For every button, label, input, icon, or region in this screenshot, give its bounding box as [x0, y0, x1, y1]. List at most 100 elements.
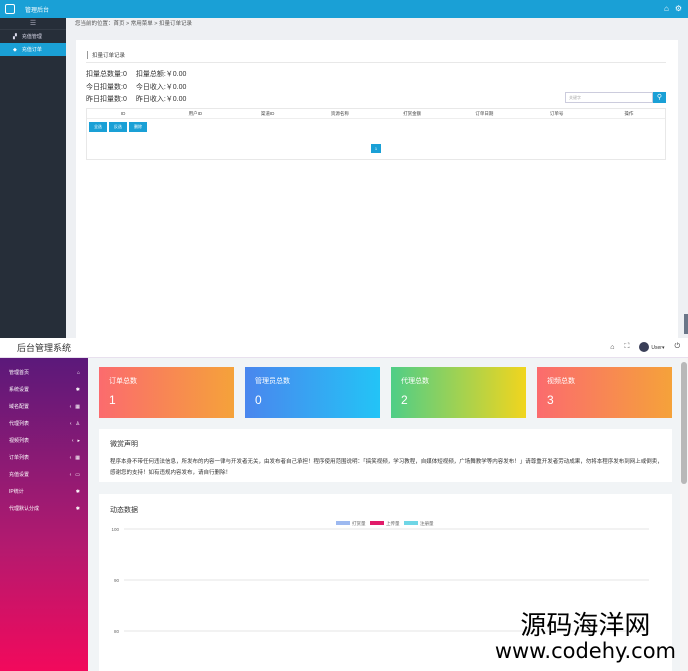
sidebar-item-label: 订单列表: [9, 455, 30, 461]
select-all-button[interactable]: 全选: [89, 122, 107, 132]
legend-label: 上传量: [386, 520, 400, 527]
power-icon[interactable]: ⏻: [674, 343, 680, 351]
search-input[interactable]: 关键字: [565, 92, 653, 103]
sidebar-item-recharge-manage[interactable]: ▞ 充值管理: [0, 30, 66, 43]
card-value: 0: [255, 393, 262, 407]
sidebar-item-settings[interactable]: 系统设置 ✱: [0, 381, 88, 398]
stat-value: 今日收入:￥0.00: [135, 83, 187, 91]
delete-button[interactable]: 删除: [129, 122, 147, 132]
stats-block: 扣量总数量:0 扣量总额:￥0.00 今日扣量数:0 今日收入:￥0.00 昨日扣量…: [86, 69, 195, 107]
stat-card-agents: 代理总数 2: [391, 367, 526, 418]
tag-icon: ◆: [13, 46, 17, 53]
scrollbar[interactable]: [680, 358, 688, 671]
sidebar-item-agent-share[interactable]: 代理默认分成 ✱: [0, 500, 88, 517]
settings-icon[interactable]: ⚙: [675, 4, 682, 13]
card-label: 管理员总数: [255, 378, 290, 385]
breadcrumb: 您当前的位置：首页 > 常用菜单 > 扣量订单记录: [75, 21, 193, 27]
sidebar-item-recharge[interactable]: 充值设置 ‹ ▭: [0, 466, 88, 483]
watermark-cn: 源码海洋网: [520, 610, 651, 641]
stat-cards: 订单总数 1 管理员总数 0 代理总数 2 视频总数 3: [99, 367, 672, 418]
avatar: [639, 342, 650, 352]
sidebar-item-label: IP统计: [9, 489, 24, 495]
column-header: 订单号: [549, 110, 564, 116]
table-header: ID 用户ID 渠道ID 资源名称 打赏金额 订单日期 订单号 操作: [87, 109, 665, 119]
disclaimer-text: 程序本身不带任何违法信息，所发布的内容一律与开发者无关，由发布者自己承担！程序使…: [110, 459, 663, 476]
fullscreen-icon[interactable]: ⛶: [625, 343, 630, 351]
stat-value: 昨日收入:￥0.00: [135, 96, 187, 103]
caret-down-icon: ▾: [661, 344, 665, 351]
divider: [86, 62, 666, 63]
logo-icon: [5, 4, 15, 14]
y-tick-label: 80: [114, 629, 120, 634]
sidebar-item-label: 充值设置: [9, 472, 30, 478]
sidebar-item-agents[interactable]: 代理列表 ‹ ♙: [0, 415, 88, 432]
menu-toggle-icon[interactable]: ☰: [0, 18, 66, 30]
site-title: 后台管理系统: [16, 343, 71, 353]
chevron-left-icon: ‹: [69, 454, 72, 461]
watermark: 源码海洋网 www.codehy.com: [494, 610, 676, 663]
sidebar-item-label: 域名配置: [9, 404, 30, 410]
column-header: 渠道ID: [260, 110, 275, 116]
stat-value: 扣量总额:￥0.00: [135, 71, 187, 78]
column-header: ID: [120, 111, 126, 116]
y-tick-label: 100: [111, 527, 119, 532]
chevron-left-icon: ‹: [69, 420, 72, 427]
top-header-bar: 后台管理系统 ⌂ ⛶ User▾ ⏻: [0, 338, 688, 358]
app-title: 管理后台: [25, 8, 50, 14]
card-label: 视频总数: [547, 378, 575, 385]
sidebar: ☰ ▞ 充值管理 ◆ 充值订单: [0, 18, 66, 338]
sidebar-item-label: 充值订单: [21, 47, 42, 53]
scrollbar-thumb[interactable]: [681, 362, 687, 484]
panel-header: 扣量订单记录: [87, 51, 125, 59]
monitor-icon: ▭: [75, 471, 80, 478]
grid-icon: ▦: [75, 454, 80, 461]
sidebar-item-ip-stats[interactable]: IP统计 ✱: [0, 483, 88, 500]
column-header: 操作: [624, 110, 634, 116]
user-menu[interactable]: User▾: [639, 342, 664, 352]
card-value: 3: [547, 393, 554, 407]
stat-card-admins: 管理员总数 0: [245, 367, 380, 418]
sidebar-item-label: 视频列表: [9, 438, 30, 444]
home-icon[interactable]: ⌂: [664, 4, 669, 13]
card-value: 2: [401, 393, 408, 407]
search-icon: ⚲: [656, 94, 663, 101]
sidebar-item-domain[interactable]: 域名配置 ‹ ▦: [0, 398, 88, 415]
gear-icon: ✱: [75, 386, 80, 393]
column-header: 用户ID: [188, 110, 203, 116]
card-value: 1: [109, 393, 116, 407]
content-panel: 扣量订单记录 扣量总数量:0 扣量总额:￥0.00 今日扣量数:0 今日收入:￥0.…: [76, 40, 678, 338]
user-icon: ♙: [75, 420, 80, 427]
admin-panel-top: 管理后台 ⌂ ⚙ ☰ ▞ 充值管理 ◆ 充值订单 您当前的位置：首页 > 常用菜…: [0, 0, 688, 338]
sidebar-item-label: 充值管理: [21, 34, 42, 40]
column-header: 订单日期: [475, 110, 494, 116]
invert-select-button[interactable]: 反选: [109, 122, 127, 132]
stat-label: 今日扣量数:0: [86, 83, 127, 91]
sidebar-item-videos[interactable]: 视频列表 ‹ ▸: [0, 432, 88, 449]
home-icon[interactable]: ⌂: [610, 344, 614, 351]
search-button[interactable]: ⚲: [653, 92, 666, 103]
sidebar-item-recharge-orders[interactable]: ◆ 充值订单: [0, 43, 66, 56]
home-icon: ⌂: [76, 369, 80, 376]
disclaimer-box: 微赏声明 程序本身不带任何违法信息，所发布的内容一律与开发者无关，由发布者自己承…: [99, 429, 672, 482]
column-header: 资源名称: [330, 110, 349, 116]
grid-icon: ▦: [75, 403, 80, 410]
y-tick-label: 90: [114, 578, 120, 583]
stat-label: 扣量总数量:0: [86, 71, 127, 78]
stat-card-videos: 视频总数 3: [537, 367, 672, 418]
stat-card-orders: 订单总数 1: [99, 367, 234, 418]
watermark-en: www.codehy.com: [494, 638, 676, 663]
legend-swatch: [404, 521, 418, 525]
sidebar: 管理首页 ⌂ 系统设置 ✱ 域名配置 ‹ ▦ 代理列表 ‹ ♙ 视频列表 ‹ ▸ 订单列表 ‹ ▦ …: [0, 358, 88, 671]
sidebar-item-home[interactable]: 管理首页 ⌂: [0, 364, 88, 381]
gear-icon: ✱: [75, 505, 80, 512]
top-header-bar: 管理后台 ⌂ ⚙: [0, 0, 688, 18]
side-tab[interactable]: [684, 314, 688, 334]
sidebar-item-orders[interactable]: 订单列表 ‹ ▦: [0, 449, 88, 466]
sidebar-item-label: 代理默认分成: [9, 506, 40, 512]
disclaimer-title: 微赏声明: [110, 441, 138, 448]
stat-label: 昨日扣量数:0: [86, 96, 127, 103]
pagination-page[interactable]: 1: [371, 144, 381, 153]
chevron-left-icon: ‹: [69, 471, 72, 478]
chevron-left-icon: ‹: [71, 437, 74, 444]
legend-label: 打赏量: [352, 520, 366, 527]
